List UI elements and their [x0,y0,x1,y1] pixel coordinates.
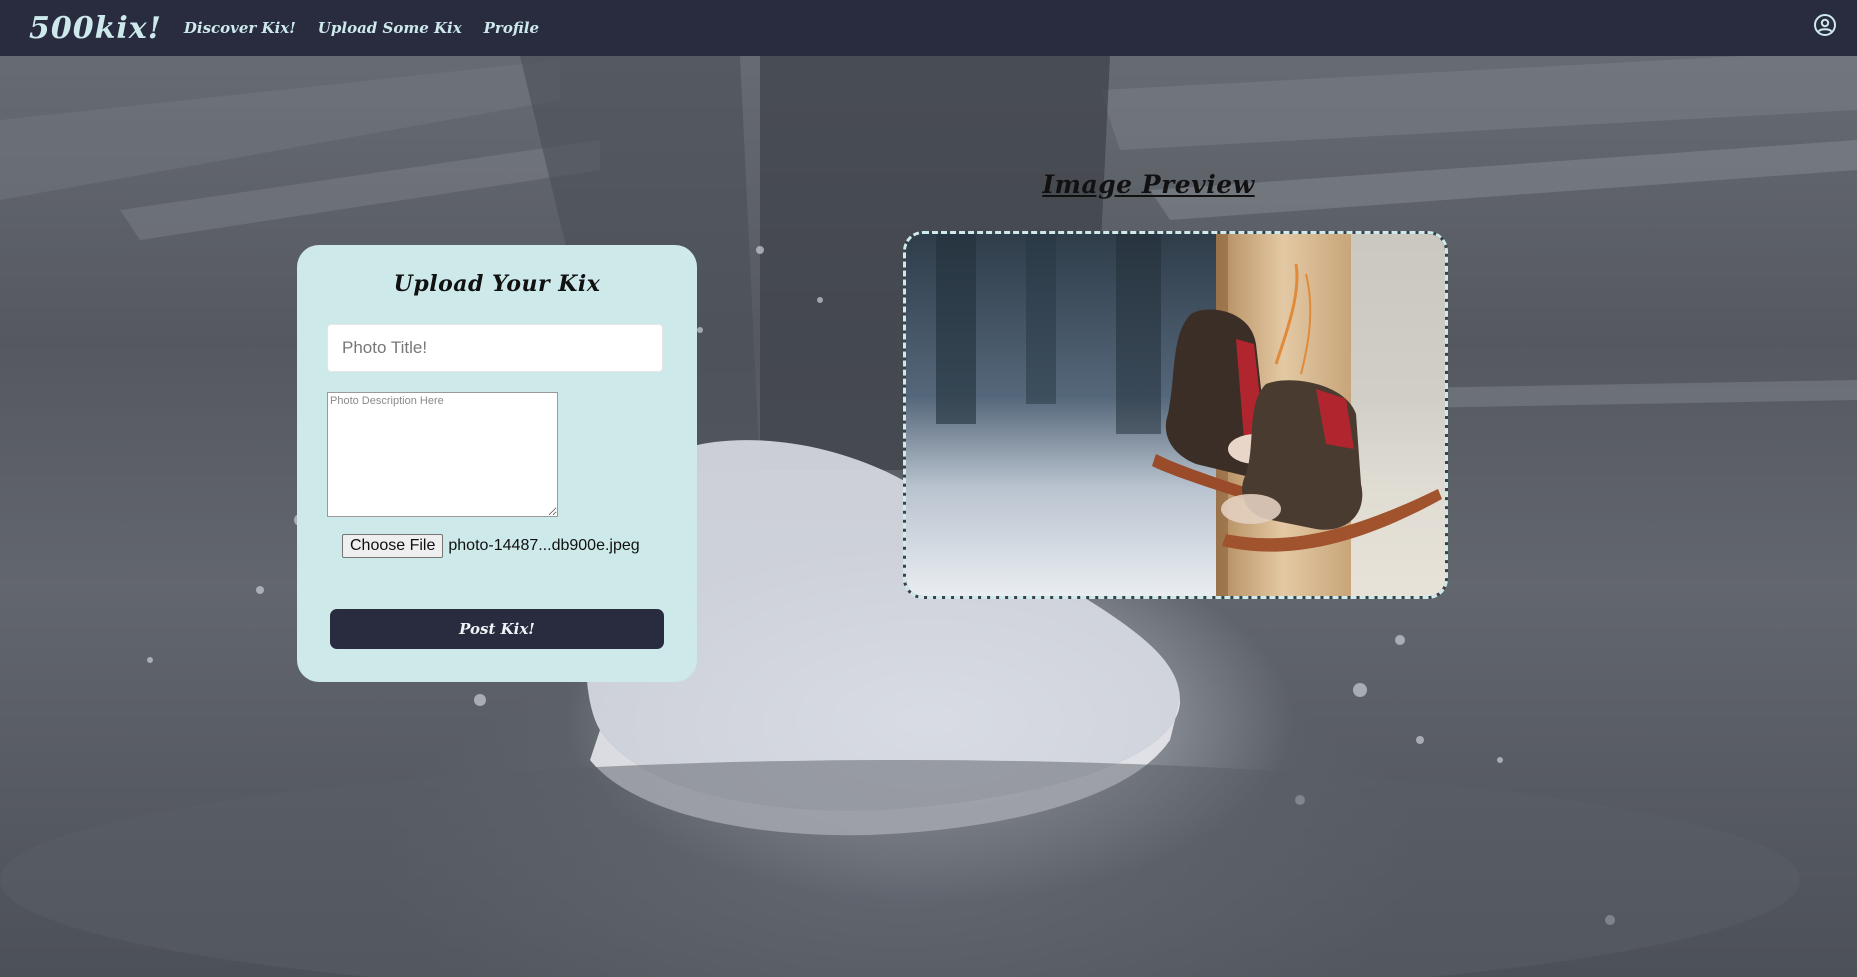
image-preview-heading: Image Preview [1042,170,1255,199]
user-circle-icon[interactable] [1813,13,1837,37]
choose-file-button[interactable]: Choose File [342,534,444,558]
photo-title-input[interactable] [327,324,663,372]
post-kix-button[interactable]: Post Kix! [330,609,664,649]
preview-image [906,234,1445,596]
selected-file-name: photo-14487...db900e.jpeg [448,537,640,554]
file-input: Choose File photo-14487...db900e.jpeg [342,534,640,558]
nav-link-profile[interactable]: Profile [484,19,539,37]
upload-form-title: Upload Your Kix [393,271,601,297]
photo-description-input[interactable] [327,392,558,517]
nav-link-discover[interactable]: Discover Kix! [184,19,296,37]
top-navbar: 500kix! Discover Kix! Upload Some Kix Pr… [0,0,1857,56]
image-preview-frame [903,231,1448,599]
nav-link-upload[interactable]: Upload Some Kix [318,19,462,37]
brand-logo[interactable]: 500kix! [29,11,162,46]
upload-form-card: Upload Your Kix Choose File photo-14487.… [297,245,697,682]
